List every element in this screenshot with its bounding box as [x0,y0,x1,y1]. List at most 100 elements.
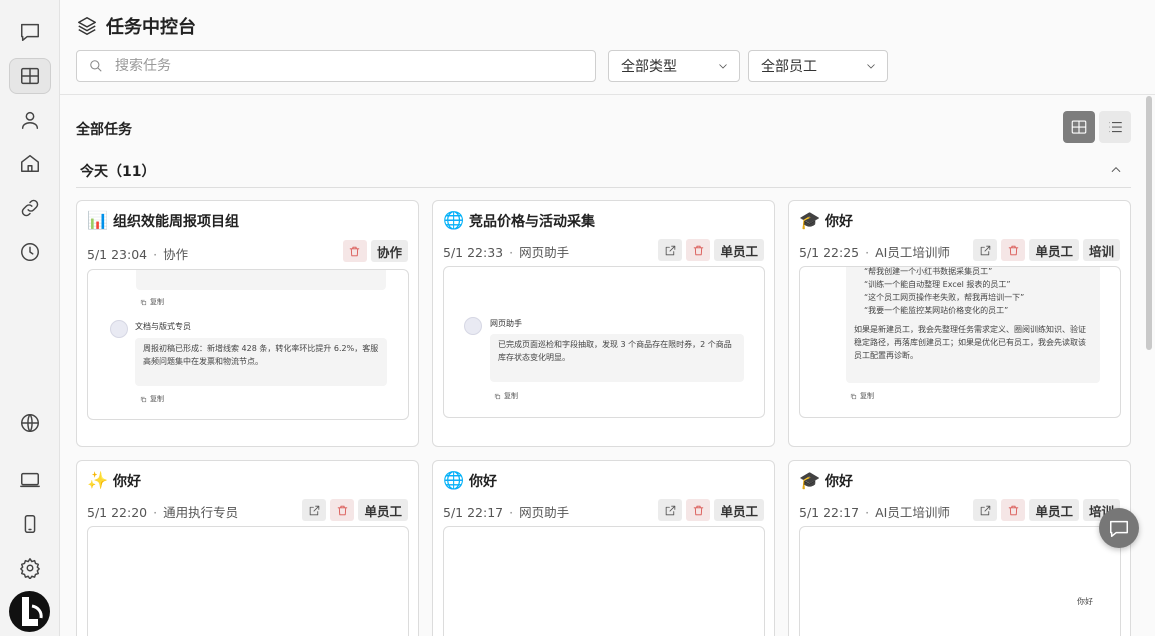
delete-button[interactable] [330,499,355,521]
task-card[interactable]: 🌐 你好 5/1 22:17 · 网页助手 单员工 [432,460,775,636]
sidebar-item-history[interactable] [9,234,51,270]
grid-view-toggle[interactable] [1063,111,1095,143]
card-title-row: 📊 组织效能周报项目组 [87,211,239,231]
sidebar-item-globe[interactable] [9,405,51,441]
delete-button[interactable] [686,239,711,261]
list-icon [1109,121,1122,133]
sidebar-item-monitor[interactable] [9,462,51,498]
globe-emoji-icon: 🌐 [443,471,465,491]
delete-button[interactable] [686,499,711,521]
list-view-toggle[interactable] [1099,111,1131,143]
chart-emoji-icon: 📊 [87,211,109,231]
delete-button[interactable] [1001,239,1026,261]
open-button[interactable] [658,239,683,261]
dashboard-icon [21,67,39,85]
grid-icon [1071,120,1087,134]
bullet-item: “这个员工网页操作老失败，帮我再培训一下” [864,293,1025,302]
trash-icon [337,505,348,515]
chevron-down-icon [867,64,875,69]
separator-dot: · [865,505,870,520]
open-button[interactable] [973,499,998,521]
task-card[interactable]: 📊 组织效能周报项目组 5/1 23:04 · 协作 协作 复制 文档与版式专员 [76,200,419,447]
logo-icon [22,597,43,626]
globe-emoji-icon: 🌐 [443,211,465,231]
separator-dot: · [865,245,870,260]
search-box[interactable] [76,50,596,82]
card-role: 网页助手 [519,245,570,260]
settings-icon [20,558,40,579]
graduation-cap-icon: 🎓 [799,471,821,491]
card-preview: 你好 [799,526,1121,636]
preview-copy: 复制 [494,391,518,401]
sidebar-item-dashboard[interactable] [9,58,51,94]
task-card[interactable]: ✨ 你好 5/1 22:20 · 通用执行专员 单员工 [76,460,419,636]
card-title: 组织效能周报项目组 [113,214,239,230]
card-title-row: 🎓 你好 [799,211,853,231]
sidebar-item-phone[interactable] [9,506,51,542]
history-icon [21,243,39,261]
scrollbar[interactable] [1146,96,1152,350]
link-icon [21,199,39,217]
card-role: AI员工培训师 [875,245,950,260]
task-card[interactable]: 🌐 竞品价格与活动采集 5/1 22:33 · 网页助手 单员工 网页助手 已完成页… [432,200,775,447]
card-title-row: 🌐 竞品价格与活动采集 [443,211,595,231]
chat-icon [1110,520,1128,537]
open-button[interactable] [302,499,327,521]
card-preview [87,526,409,636]
copy-icon [850,393,857,399]
card-preview: “帮我创建一个小红书数据采集员工” “训练一个能自动整理 Excel 报表的员工… [799,266,1121,418]
avatar[interactable] [9,591,50,632]
card-time: 5/1 22:25 [799,245,860,260]
card-title-row: 🌐 你好 [443,471,497,491]
separator-dot: · [153,505,158,520]
open-button[interactable] [973,239,998,261]
agent-avatar [464,317,482,335]
sidebar-item-settings[interactable] [9,550,51,586]
agent-avatar [110,320,128,338]
app-window: 任务中控台 全部类型 全部员工 全部任务 今天（11） [0,0,1155,636]
card-title: 你好 [469,474,497,490]
trash-icon [693,245,704,255]
bullet-item: “我要一个能监控某网站价格变化的员工” [864,306,1009,315]
bullet-item: “帮我创建一个小红书数据采集员工” [864,267,993,276]
monitor-icon [20,472,40,488]
delete-button[interactable] [342,240,367,262]
group-label: 今天（11） [80,164,156,180]
card-actions: 单员工 [302,499,408,521]
chevron-up-icon[interactable] [1109,162,1123,176]
chevron-down-icon [719,64,727,69]
page-title: 任务中控台 [106,17,196,38]
page-header: 任务中控台 全部类型 全部员工 [60,0,1155,95]
sparkles-icon: ✨ [87,471,109,491]
card-role: AI员工培训师 [875,505,950,520]
task-card[interactable]: 🎓 你好 5/1 22:17 · AI员工培训师 单员工 培训 你好 [788,460,1131,636]
search-input[interactable] [115,58,575,74]
user-message: 你好 [1077,597,1093,606]
copy-icon [140,396,147,402]
sidebar-item-user[interactable] [9,102,51,138]
chat-support-button[interactable] [1099,508,1139,548]
preview-bubble-previous [136,270,386,290]
sidebar-item-link[interactable] [9,190,51,226]
card-meta: 5/1 22:17 · AI员工培训师 [799,502,950,521]
copy-icon [140,299,147,305]
agent-name: 网页助手 [490,319,522,328]
task-card[interactable]: 🎓 你好 5/1 22:25 · AI员工培训师 单员工 培训 “帮我创建一个小红书… [788,200,1131,447]
open-button[interactable] [658,499,683,521]
card-meta: 5/1 22:33 · 网页助手 [443,242,569,261]
agent-name: 文档与版式专员 [135,322,191,331]
type-filter-select[interactable]: 全部类型 [608,50,740,82]
copy-label: 复制 [150,395,164,403]
delete-button[interactable] [1001,499,1026,521]
sidebar-item-home[interactable] [9,145,51,181]
section-title: 全部任务 [76,122,132,138]
preview-copy: 复制 [140,297,164,307]
preview-copy: 复制 [140,394,164,404]
card-actions: 协作 [342,240,408,262]
group-header-today[interactable]: 今天（11） [76,156,1131,188]
staff-filter-select[interactable]: 全部员工 [748,50,888,82]
copy-label: 复制 [504,392,518,400]
separator-dot: · [153,247,158,262]
sidebar-item-chat[interactable] [9,14,51,50]
agent-message: 周报初稿已形成：新增线索 428 条，转化率环比提升 6.2%，客服高频问题集中… [135,338,387,386]
